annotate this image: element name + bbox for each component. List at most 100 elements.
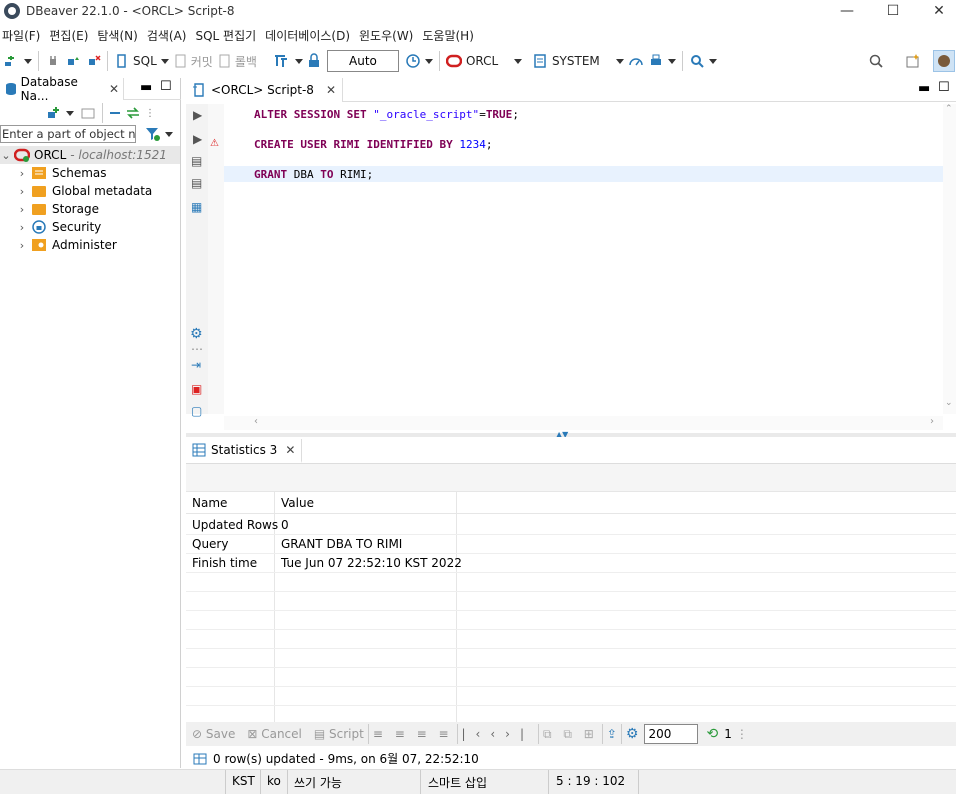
new-connection-button[interactable] xyxy=(0,49,34,73)
table-row[interactable]: Updated Rows 0 xyxy=(186,516,956,535)
variables-icon[interactable]: ▢ xyxy=(191,404,202,418)
column-header-name[interactable]: Name xyxy=(192,496,227,510)
link-editor-icon[interactable] xyxy=(125,105,141,121)
script-button[interactable]: ▤ Script xyxy=(314,727,364,741)
history-button[interactable] xyxy=(403,49,435,73)
maximize-editor-icon[interactable]: ☐ xyxy=(938,80,950,95)
collapsed-chevron-icon[interactable]: › xyxy=(16,203,28,216)
results-status: 0 row(s) updated - 9ms, on 6월 07, 22:52:… xyxy=(192,750,479,767)
execute-script-new-tab-icon[interactable]: ▤ xyxy=(191,176,202,190)
more-icon[interactable]: ⋮ xyxy=(736,727,748,741)
vertical-scrollbar[interactable]: ⌃ ⌄ xyxy=(943,104,956,414)
menu-help[interactable]: 도움말(H) xyxy=(420,27,481,44)
grid-status-icon xyxy=(193,753,207,764)
more-icon[interactable]: ⋯ xyxy=(191,342,203,356)
maximize-panel-icon[interactable]: ☐ xyxy=(160,79,172,94)
execute-statement-icon[interactable]: ▶ xyxy=(193,108,202,122)
main-toolbar: SQL 커밋 롤백 Auto ORCL SYSTEM xyxy=(0,47,956,75)
fetch-settings-icon[interactable]: ⚙ xyxy=(626,726,639,742)
sql-editor-button[interactable]: SQL xyxy=(112,49,171,73)
administer-icon xyxy=(32,239,46,251)
tab-statistics[interactable]: Statistics 3 ✕ xyxy=(186,439,303,463)
tree-item-global-metadata[interactable]: › Global metadata xyxy=(16,182,152,200)
tab-script-8[interactable]: <ORCL> Script-8 ✕ xyxy=(186,78,344,102)
menu-sql-editor[interactable]: SQL 편집기 xyxy=(193,27,263,44)
commit-button[interactable]: 커밋 xyxy=(171,49,215,73)
tree-item-orcl-connection[interactable]: ⌄ ORCL - localhost:1521 xyxy=(0,146,180,164)
row-value: 0 xyxy=(281,518,289,532)
close-tab-icon[interactable]: ✕ xyxy=(285,443,295,457)
load-script-icon[interactable]: ▣ xyxy=(191,382,202,396)
sql-editor-panel: <ORCL> Script-8 ✕ ▬ ☐ ▶ ▶ ▤ ▤ ▦ ⚙ ⋯ ⇥ ▣ … xyxy=(186,78,956,433)
table-row[interactable]: Query GRANT DBA TO RIMI xyxy=(186,535,956,554)
minimize-button[interactable]: — xyxy=(824,0,870,22)
cancel-button[interactable]: ⊠ Cancel xyxy=(247,727,302,741)
tab-database-navigator[interactable]: Database Na... ✕ xyxy=(0,74,124,103)
close-button[interactable]: ✕ xyxy=(916,0,956,22)
rollback-button[interactable]: 롤백 xyxy=(215,49,259,73)
auto-commit-field[interactable]: Auto xyxy=(326,50,399,72)
timezone-label: KST xyxy=(232,774,255,788)
navigator-tab-label: Database Na... xyxy=(20,74,78,103)
find-button[interactable] xyxy=(687,49,719,73)
transaction-mode-button[interactable] xyxy=(271,49,305,73)
paging-icons[interactable]: |‹‹›| xyxy=(462,727,534,741)
global-search-button[interactable] xyxy=(866,49,886,73)
collapse-all-icon[interactable] xyxy=(107,105,123,121)
explain-plan-icon[interactable]: ▦ xyxy=(191,200,202,214)
lock-button[interactable] xyxy=(305,49,323,73)
sql-code-area[interactable]: ALTER SESSION SET "_oracle_script"=TRUE;… xyxy=(224,104,943,414)
tree-item-security[interactable]: › Security xyxy=(16,218,101,236)
fetch-size-input[interactable]: 200 xyxy=(644,724,699,744)
view-menu-icon[interactable]: ⋮ xyxy=(145,108,155,118)
reconnect-button[interactable] xyxy=(63,49,83,73)
expanded-chevron-icon[interactable]: ⌄ xyxy=(0,149,12,162)
export-data-icon[interactable]: ⇪ xyxy=(607,727,617,741)
menu-search[interactable]: 검색(A) xyxy=(145,27,194,44)
column-header-value[interactable]: Value xyxy=(281,496,314,510)
maximize-button[interactable]: ☐ xyxy=(870,0,916,22)
collapsed-chevron-icon[interactable]: › xyxy=(16,185,28,198)
edit-row-icons[interactable]: ≡ ≡ ≡ ≡ xyxy=(373,727,453,741)
close-tab-icon[interactable]: ✕ xyxy=(109,82,119,96)
menu-window[interactable]: 윈도우(W) xyxy=(357,27,420,44)
security-icon xyxy=(32,220,46,234)
menu-edit[interactable]: 편집(E) xyxy=(47,27,95,44)
connect-button[interactable] xyxy=(43,49,63,73)
navigator-filter-input[interactable]: Enter a part of object nar xyxy=(0,125,136,143)
menu-file[interactable]: 파일(F) xyxy=(0,27,47,44)
refresh-icon[interactable]: ⟲ xyxy=(706,726,718,742)
collapsed-chevron-icon[interactable]: › xyxy=(16,167,28,180)
active-schema-selector[interactable]: SYSTEM xyxy=(530,49,626,73)
tree-item-administer[interactable]: › Administer xyxy=(16,236,117,254)
minimize-panel-icon[interactable]: ▬ xyxy=(140,80,152,95)
menu-navigate[interactable]: 탐색(N) xyxy=(95,27,144,44)
export-icon[interactable]: ⇥ xyxy=(191,358,201,372)
minimize-editor-icon[interactable]: ▬ xyxy=(918,81,930,96)
tree-item-storage[interactable]: › Storage xyxy=(16,200,99,218)
menu-database[interactable]: 데이터베이스(D) xyxy=(263,27,357,44)
tools-button[interactable] xyxy=(646,49,678,73)
navigator-toolbar: ⋮ xyxy=(46,103,155,123)
collapsed-chevron-icon[interactable]: › xyxy=(16,239,28,252)
disconnect-button[interactable] xyxy=(83,49,103,73)
new-folder-icon[interactable] xyxy=(80,105,98,121)
dbeaver-perspective-button[interactable] xyxy=(933,50,955,72)
tree-item-schemas[interactable]: › Schemas xyxy=(16,164,107,182)
open-perspective-button[interactable] xyxy=(903,49,923,73)
view-icons[interactable]: ⧉ ⧉ ⊞ xyxy=(543,727,598,742)
settings-icon[interactable]: ⚙ xyxy=(190,326,203,342)
results-toolbar xyxy=(186,464,956,492)
close-tab-icon[interactable]: ✕ xyxy=(326,83,336,97)
horizontal-scrollbar[interactable]: ‹ › xyxy=(224,416,943,430)
execute-script-icon[interactable]: ▤ xyxy=(191,154,202,168)
filter-options-button[interactable] xyxy=(145,126,173,142)
collapsed-chevron-icon[interactable]: › xyxy=(16,221,28,234)
table-row[interactable]: Finish time Tue Jun 07 22:52:10 KST 2022 xyxy=(186,554,956,573)
dashboard-button[interactable] xyxy=(626,49,646,73)
new-connection-icon[interactable] xyxy=(46,105,62,121)
commit-label: 커밋 xyxy=(190,54,213,69)
save-button[interactable]: ⊘ Save xyxy=(192,727,235,741)
active-connection-selector[interactable]: ORCL xyxy=(444,49,524,73)
execute-new-tab-icon[interactable]: ▶ xyxy=(193,132,202,146)
